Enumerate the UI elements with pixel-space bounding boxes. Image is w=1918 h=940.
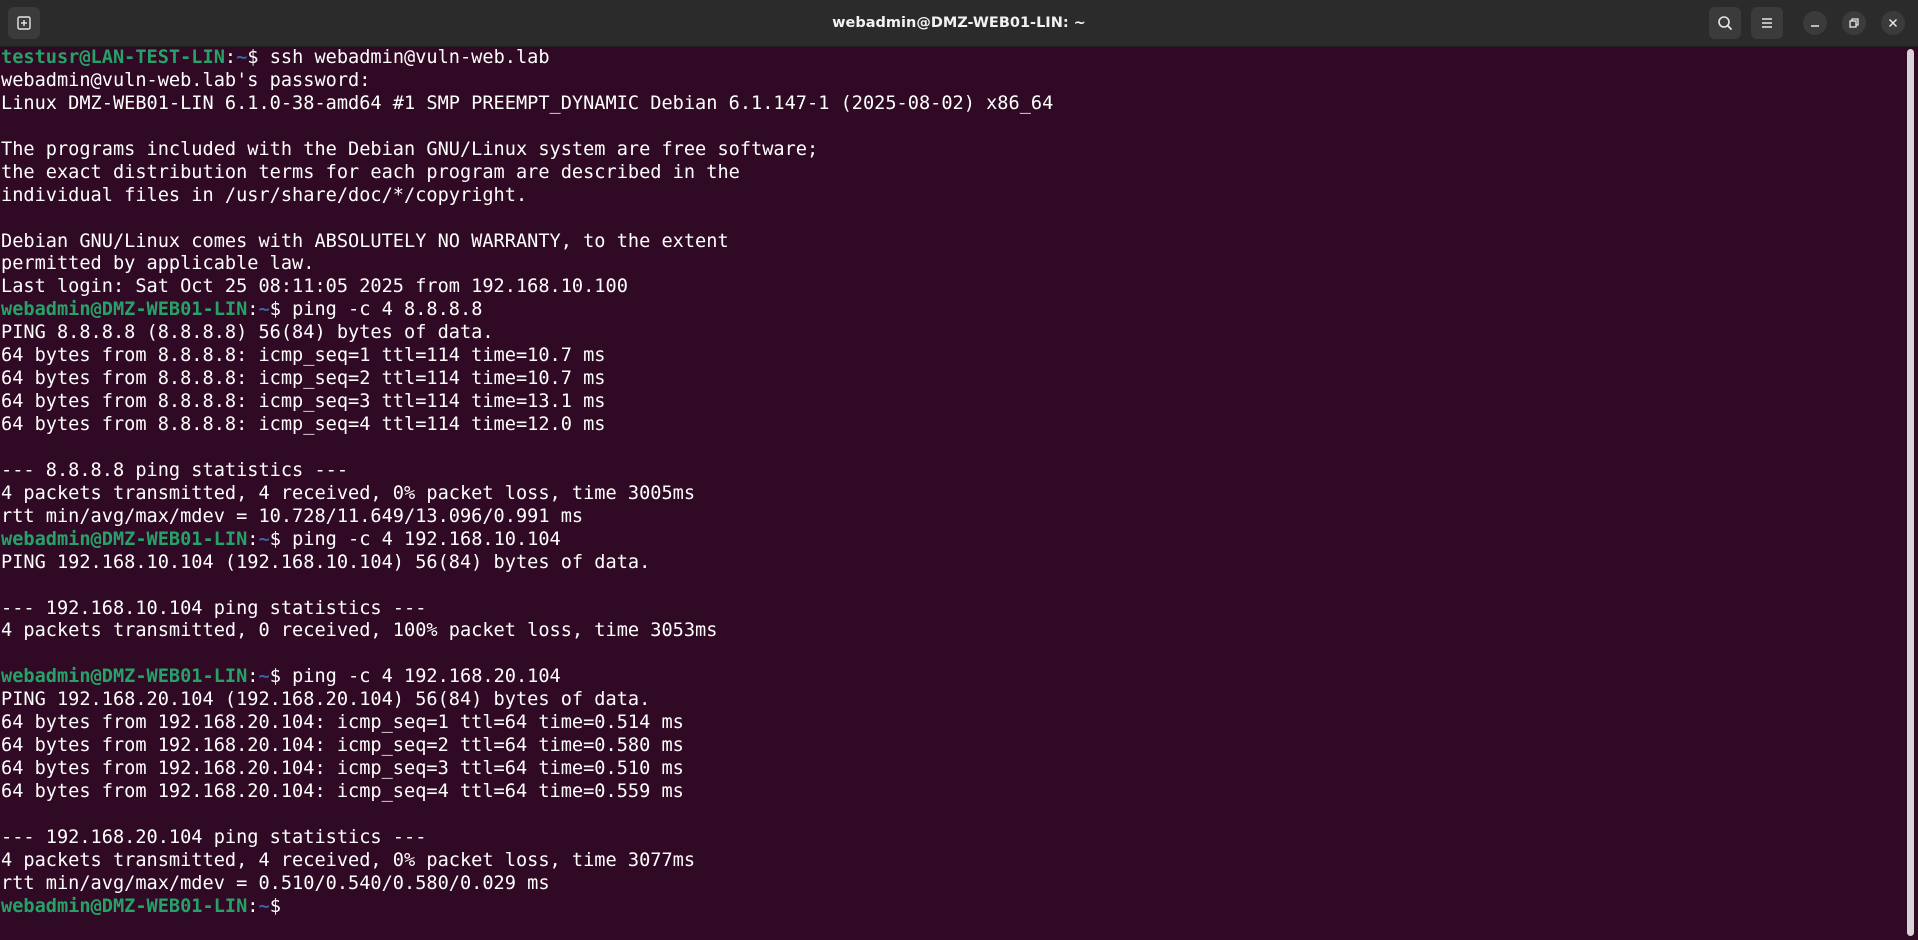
prompt-line: webadmin@DMZ-WEB01-LIN:~$ ping -c 4 192.…: [1, 529, 1901, 552]
terminal-window: webadmin@DMZ-WEB01-LIN: ~ testusr@LAN-TE…: [0, 0, 1918, 940]
prompt-line: webadmin@DMZ-WEB01-LIN:~$ ping -c 4 192.…: [1, 666, 1901, 689]
prompt-user-host: webadmin@DMZ-WEB01-LIN: [1, 895, 248, 917]
prompt-symbol: $: [247, 47, 270, 68]
output-line: 64 bytes from 8.8.8.8: icmp_seq=1 ttl=11…: [1, 345, 606, 367]
prompt-separator: :: [247, 528, 259, 550]
command-text: ssh webadmin@vuln-web.lab: [269, 47, 550, 68]
close-icon: [1888, 18, 1898, 28]
prompt-symbol: $: [269, 895, 281, 917]
search-button[interactable]: [1709, 7, 1741, 39]
title-bar[interactable]: webadmin@DMZ-WEB01-LIN: ~: [0, 0, 1918, 47]
output-line: 4 packets transmitted, 0 received, 100% …: [1, 620, 718, 642]
prompt-separator: :: [247, 895, 259, 917]
menu-button[interactable]: [1751, 7, 1783, 39]
scrollbar[interactable]: [1907, 49, 1914, 936]
output-line: --- 192.168.20.104 ping statistics ---: [1, 826, 427, 848]
prompt-separator: :: [247, 299, 259, 321]
hamburger-menu-icon: [1762, 18, 1772, 28]
prompt-symbol: $: [269, 666, 293, 688]
prompt-line: webadmin@DMZ-WEB01-LIN:~$: [1, 896, 1901, 919]
search-icon: [1718, 16, 1732, 30]
prompt-separator: :: [224, 47, 237, 68]
command-text: ping -c 4 8.8.8.8: [292, 299, 483, 321]
output-line: individual files in /usr/share/doc/*/cop…: [1, 184, 528, 206]
prompt-user-host: webadmin@DMZ-WEB01-LIN: [1, 666, 248, 688]
new-tab-button[interactable]: [8, 7, 40, 39]
prompt-user-host: webadmin@DMZ-WEB01-LIN: [1, 299, 248, 321]
output-line: 64 bytes from 8.8.8.8: icmp_seq=3 ttl=11…: [1, 391, 606, 413]
new-tab-icon: [17, 16, 31, 30]
prompt-path: ~: [236, 47, 248, 68]
prompt-user-host: webadmin@DMZ-WEB01-LIN: [1, 528, 248, 550]
window-title: webadmin@DMZ-WEB01-LIN: ~: [832, 15, 1086, 31]
restore-button[interactable]: [1842, 11, 1866, 35]
output-line: The programs included with the Debian GN…: [1, 138, 819, 160]
prompt-separator: :: [247, 666, 259, 688]
prompt-path: ~: [258, 666, 270, 688]
prompt-symbol: $: [269, 299, 293, 321]
prompt-symbol: $: [269, 528, 293, 550]
prompt-path: ~: [258, 528, 270, 550]
output-line: 64 bytes from 8.8.8.8: icmp_seq=4 ttl=11…: [1, 414, 606, 435]
output-line: PING 192.168.10.104 (192.168.10.104) 56(…: [1, 551, 651, 573]
output-line: 64 bytes from 192.168.20.104: icmp_seq=3…: [1, 758, 684, 780]
output-line: --- 8.8.8.8 ping statistics ---: [1, 459, 349, 481]
prompt-path: ~: [258, 299, 270, 321]
terminal-output[interactable]: testusr@LAN-TEST-LIN:~$ ssh webadmin@vul…: [1, 47, 1901, 940]
output-line: webadmin@vuln-web.lab's password:: [1, 69, 371, 91]
prompt-line: testusr@LAN-TEST-LIN:~$ ssh webadmin@vul…: [1, 47, 1901, 70]
output-line: --- 192.168.10.104 ping statistics ---: [1, 597, 427, 619]
restore-icon: [1849, 18, 1859, 28]
output-line: 64 bytes from 192.168.20.104: icmp_seq=4…: [1, 781, 684, 802]
output-line: 64 bytes from 8.8.8.8: icmp_seq=2 ttl=11…: [1, 368, 606, 390]
command-text: ping -c 4 192.168.20.104: [292, 666, 561, 688]
output-line: rtt min/avg/max/mdev = 0.510/0.540/0.580…: [1, 872, 550, 894]
output-line: 64 bytes from 192.168.20.104: icmp_seq=2…: [1, 735, 684, 757]
output-line: PING 8.8.8.8 (8.8.8.8) 56(84) bytes of d…: [1, 322, 494, 344]
output-line: 64 bytes from 192.168.20.104: icmp_seq=1…: [1, 712, 684, 734]
output-line: 4 packets transmitted, 4 received, 0% pa…: [1, 482, 696, 504]
prompt-user-host: testusr@LAN-TEST-LIN: [1, 47, 225, 68]
output-line: the exact distribution terms for each pr…: [1, 161, 740, 183]
output-line: Last login: Sat Oct 25 08:11:05 2025 fro…: [1, 276, 628, 298]
minimize-icon: [1811, 25, 1819, 27]
output-line: permitted by applicable law.: [1, 253, 315, 275]
output-line: 4 packets transmitted, 4 received, 0% pa…: [1, 849, 696, 871]
output-line: Linux DMZ-WEB01-LIN 6.1.0-38-amd64 #1 SM…: [1, 92, 1054, 114]
output-line: rtt min/avg/max/mdev = 10.728/11.649/13.…: [1, 505, 584, 527]
output-line: PING 192.168.20.104 (192.168.20.104) 56(…: [1, 689, 651, 711]
prompt-path: ~: [258, 895, 270, 917]
close-button[interactable]: [1881, 11, 1905, 35]
output-line: Debian GNU/Linux comes with ABSOLUTELY N…: [1, 230, 729, 252]
prompt-line: webadmin@DMZ-WEB01-LIN:~$ ping -c 4 8.8.…: [1, 299, 1901, 322]
minimize-button[interactable]: [1803, 11, 1827, 35]
command-text: ping -c 4 192.168.10.104: [292, 528, 561, 550]
